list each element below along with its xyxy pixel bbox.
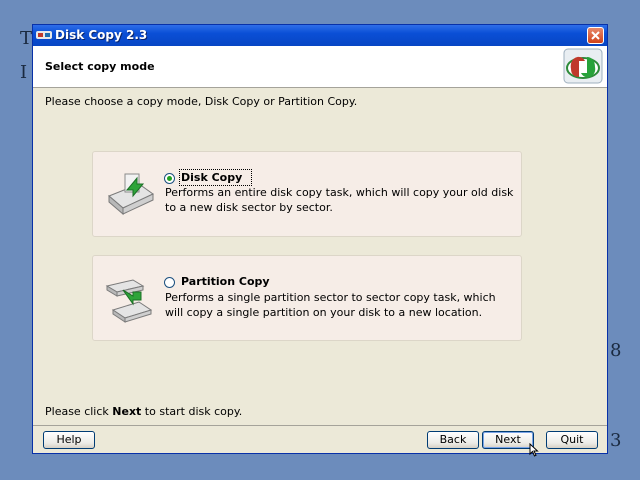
option-disk-copy[interactable]: Disk Copy Performs an entire disk copy t… bbox=[92, 151, 522, 237]
instruction-text: Please choose a copy mode, Disk Copy or … bbox=[45, 95, 358, 108]
quit-button[interactable]: Quit bbox=[546, 431, 598, 449]
next-hint: Please click Next to start disk copy. bbox=[45, 405, 242, 418]
back-button[interactable]: Back bbox=[427, 431, 479, 449]
next-hint-prefix: Please click bbox=[45, 405, 113, 418]
wizard-header: Select copy mode bbox=[33, 46, 607, 88]
mouse-cursor-icon bbox=[529, 443, 539, 457]
page-title: Select copy mode bbox=[45, 60, 155, 73]
disk-copy-radio[interactable] bbox=[164, 173, 175, 184]
footer-divider bbox=[33, 425, 607, 426]
partition-copy-description: Performs a single partition sector to se… bbox=[165, 291, 496, 319]
title-bar[interactable]: Disk Copy 2.3 bbox=[33, 25, 607, 46]
desktop-glyph: I bbox=[20, 62, 28, 83]
desktop-glyph: 3 bbox=[610, 430, 622, 451]
desktop-glyph: T bbox=[20, 28, 33, 49]
partition-copy-radio[interactable] bbox=[164, 277, 175, 288]
partition-copy-label[interactable]: Partition Copy bbox=[181, 275, 270, 288]
partition-copy-icon bbox=[105, 279, 153, 323]
app-icon bbox=[36, 31, 52, 39]
desktop-glyph: 8 bbox=[610, 340, 622, 361]
close-icon bbox=[591, 31, 600, 40]
next-hint-suffix: to start disk copy. bbox=[141, 405, 243, 418]
disk-copy-dialog: Disk Copy 2.3 Select copy mode Please ch… bbox=[32, 24, 608, 454]
next-hint-bold: Next bbox=[112, 405, 142, 418]
next-button[interactable]: Next bbox=[482, 431, 534, 449]
option-partition-copy[interactable]: Partition Copy Performs a single partiti… bbox=[92, 255, 522, 341]
disk-copy-label[interactable]: Disk Copy bbox=[178, 169, 253, 186]
disk-copy-icon bbox=[108, 173, 154, 216]
disk-copy-logo-icon bbox=[563, 48, 603, 84]
window-title: Disk Copy 2.3 bbox=[55, 28, 148, 42]
close-button[interactable] bbox=[587, 27, 604, 44]
help-button[interactable]: Help bbox=[43, 431, 95, 449]
disk-copy-description: Performs an entire disk copy task, which… bbox=[165, 186, 514, 214]
